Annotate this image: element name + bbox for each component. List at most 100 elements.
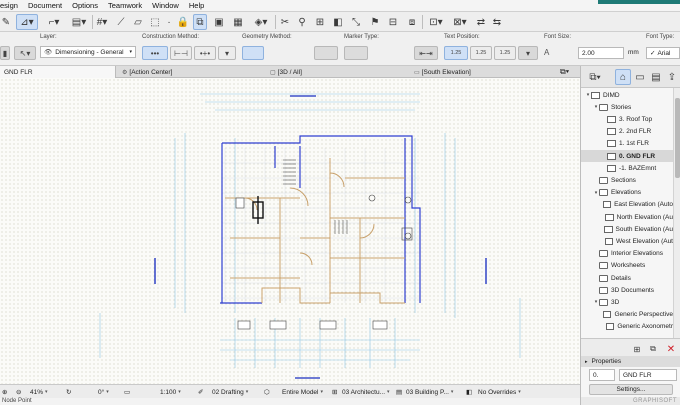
construction-method-elevation-button[interactable]: ▾: [218, 46, 236, 60]
scale-field[interactable]: 1:100 ▾: [150, 387, 194, 397]
geometry-method-button[interactable]: [242, 46, 264, 60]
select-area-icon[interactable]: ▣: [211, 14, 227, 30]
building-plan-field[interactable]: 03 Building P... ▾: [404, 387, 462, 397]
text-position-below-button[interactable]: 1.25: [494, 46, 516, 60]
construction-method-angle-button[interactable]: ⊢⊣: [170, 46, 192, 60]
orientation-field[interactable]: 0° ▾: [80, 387, 116, 397]
menu-help[interactable]: Help: [184, 1, 209, 10]
story-index-field[interactable]: 0.: [589, 369, 615, 381]
trace-icon[interactable]: ⬚: [148, 14, 162, 30]
marquee-icon[interactable]: ▦: [230, 14, 246, 30]
guide-line-icon[interactable]: ⟋: [113, 14, 129, 30]
menu-teamwork[interactable]: Teamwork: [103, 1, 147, 10]
tree-item[interactable]: Worksheets: [581, 260, 673, 272]
menu-options[interactable]: Options: [67, 1, 103, 10]
tree-item[interactable]: South Elevation (Au: [581, 223, 673, 235]
construction-method-linear-button[interactable]: •••: [142, 46, 168, 60]
text-position-more-button[interactable]: ▾: [518, 46, 538, 60]
tree-item[interactable]: Sections: [581, 174, 673, 186]
text-position-above-button[interactable]: 1.25: [444, 46, 468, 60]
layout-toggle-icon[interactable]: ⧉: [193, 14, 207, 30]
font-size-input[interactable]: 2.00: [578, 47, 624, 59]
dimension-tool-button[interactable]: ⊿▾: [16, 14, 38, 30]
publisher-icon[interactable]: ⇪: [665, 69, 679, 85]
tab-overflow-button[interactable]: ⧉▾: [556, 66, 580, 78]
rotate-icon[interactable]: ↻: [66, 387, 71, 397]
filter-icon[interactable]: ⊠▾: [450, 14, 470, 30]
tab-south-elevation[interactable]: ▭ [South Elevation]: [410, 66, 550, 78]
marker-type-swatch[interactable]: [314, 46, 338, 60]
properties-header[interactable]: ▸ Properties: [581, 356, 680, 367]
adjust-icon[interactable]: ⊞: [313, 14, 327, 30]
floor-plan-canvas[interactable]: [0, 78, 580, 384]
navigator-scrollbar[interactable]: [673, 88, 680, 338]
layer-combo-field[interactable]: 03 Architectu... ▾: [340, 387, 392, 397]
construction-method-radial-button[interactable]: •+•: [194, 46, 216, 60]
tree-item[interactable]: West Elevation (Aut: [581, 235, 673, 247]
tree-item[interactable]: 3D Documents: [581, 284, 673, 296]
pointer-dot-icon[interactable]: ·: [164, 14, 174, 30]
overrides-field[interactable]: No Overrides ▾: [476, 387, 538, 397]
tab-gnd-flr[interactable]: GND FLR: [0, 66, 116, 78]
marker-type-button[interactable]: [344, 46, 368, 60]
tree-item[interactable]: Generic Perspective: [581, 309, 673, 321]
offset-icon[interactable]: ◧: [331, 14, 345, 30]
tree-item[interactable]: ▾ 3D: [581, 296, 673, 308]
tree-item[interactable]: 3. Roof Top: [581, 113, 673, 125]
pen-set-field[interactable]: 02 Drafting ▾: [208, 387, 258, 397]
view-settings-icon[interactable]: ◈▾: [250, 14, 272, 30]
tree-item[interactable]: ▾ DIMD: [581, 89, 673, 101]
tab-action-center[interactable]: ⚙ [Action Center]: [118, 66, 264, 78]
tree-item[interactable]: -1. BAZEmnt: [581, 162, 673, 174]
zoom-in-button[interactable]: ⊕: [2, 387, 7, 397]
resize-icon[interactable]: ⤡: [349, 14, 363, 30]
view-map-icon[interactable]: ▭: [633, 69, 647, 85]
scrollbar-thumb[interactable]: [675, 98, 680, 178]
flag-icon[interactable]: ⚑: [368, 14, 382, 30]
floor-plan-icon[interactable]: ⊡▾: [426, 14, 446, 30]
new-view-icon[interactable]: ⊞: [631, 341, 643, 357]
navigator-mode-button[interactable]: ⧉▾: [585, 69, 605, 85]
model-view-field[interactable]: Entire Model ▾: [276, 387, 330, 397]
tree-item[interactable]: ▾ Elevations: [581, 187, 673, 199]
font-type-select[interactable]: ✓ Arial: [646, 47, 680, 59]
arrow-tool-button[interactable]: ↖▾: [14, 46, 36, 60]
lock-icon[interactable]: 🔒: [176, 14, 190, 30]
ruler-icon[interactable]: ▱: [131, 14, 145, 30]
teamwork-receive-icon[interactable]: ⇆: [490, 14, 504, 30]
text-tool-button[interactable]: ▤▾: [68, 14, 90, 30]
scissors-icon[interactable]: ✂: [278, 14, 292, 30]
magic-wand-icon[interactable]: ⚲: [295, 14, 309, 30]
layer-select[interactable]: 👁 Dimensioning - General ▾: [40, 46, 136, 58]
zoom-field[interactable]: 41% ▾: [30, 387, 60, 397]
layout-book-icon[interactable]: ▤: [649, 69, 663, 85]
menu-document[interactable]: Document: [23, 1, 67, 10]
menu-design[interactable]: esign: [0, 1, 23, 10]
settings-button[interactable]: Settings...: [589, 384, 673, 395]
zoom-out-button[interactable]: ⊖: [16, 387, 21, 397]
tree-item[interactable]: North Elevation (Au: [581, 211, 673, 223]
marker-arrows-icon[interactable]: ⇤⇥: [414, 46, 438, 60]
info-box-left-button[interactable]: ▮: [0, 46, 10, 60]
story-name-field[interactable]: GND FLR: [619, 369, 677, 381]
teamwork-send-icon[interactable]: ⇄: [474, 14, 488, 30]
stack-icon[interactable]: ⊟: [386, 14, 400, 30]
project-map-icon[interactable]: ⌂: [615, 69, 631, 85]
menu-window[interactable]: Window: [147, 1, 184, 10]
pencil-icon[interactable]: ✎: [0, 14, 12, 30]
tree-item[interactable]: ▾ Stories: [581, 101, 673, 113]
tab-3d-all[interactable]: ▢ [3D / All]: [266, 66, 408, 78]
text-position-inline-button[interactable]: 1.25: [470, 46, 492, 60]
tree-item[interactable]: 0. GND FLR: [581, 150, 673, 162]
tree-item[interactable]: East Elevation (Auto: [581, 199, 673, 211]
delete-icon[interactable]: ✕: [665, 341, 677, 357]
grid-snap-icon[interactable]: #▾: [94, 14, 110, 30]
tree-item[interactable]: Generic Axonometr: [581, 321, 673, 333]
tree-item[interactable]: 1. 1st FLR: [581, 138, 673, 150]
tree-item[interactable]: 2. 2nd FLR: [581, 126, 673, 138]
tree-item[interactable]: Interior Elevations: [581, 248, 673, 260]
level-dimension-button[interactable]: ⌐▾: [42, 14, 66, 30]
layers-icon[interactable]: ⧈: [404, 14, 420, 30]
clone-folder-icon[interactable]: ⧉: [647, 341, 659, 357]
tree-item[interactable]: Details: [581, 272, 673, 284]
